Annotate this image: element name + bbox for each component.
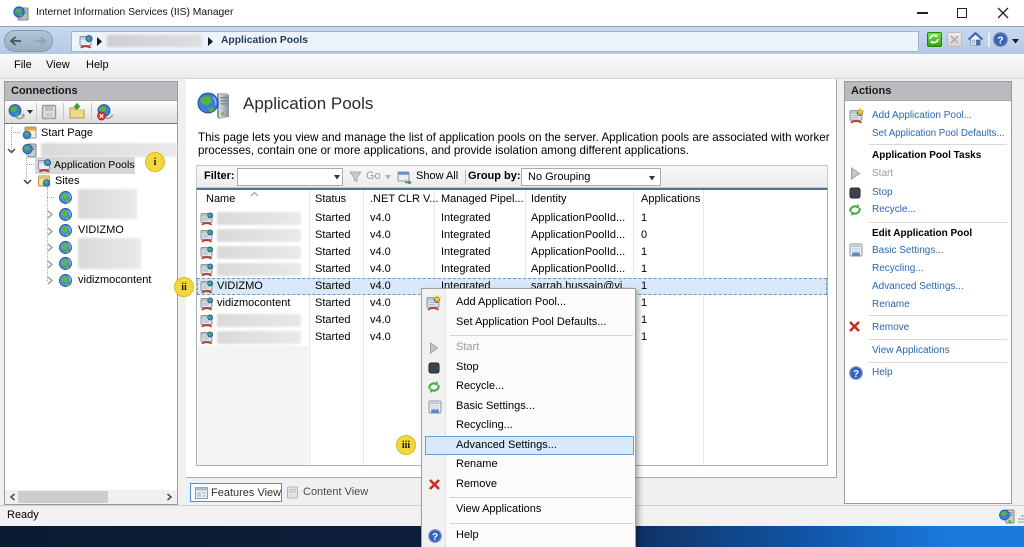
svg-text:?: ? xyxy=(997,34,1003,46)
